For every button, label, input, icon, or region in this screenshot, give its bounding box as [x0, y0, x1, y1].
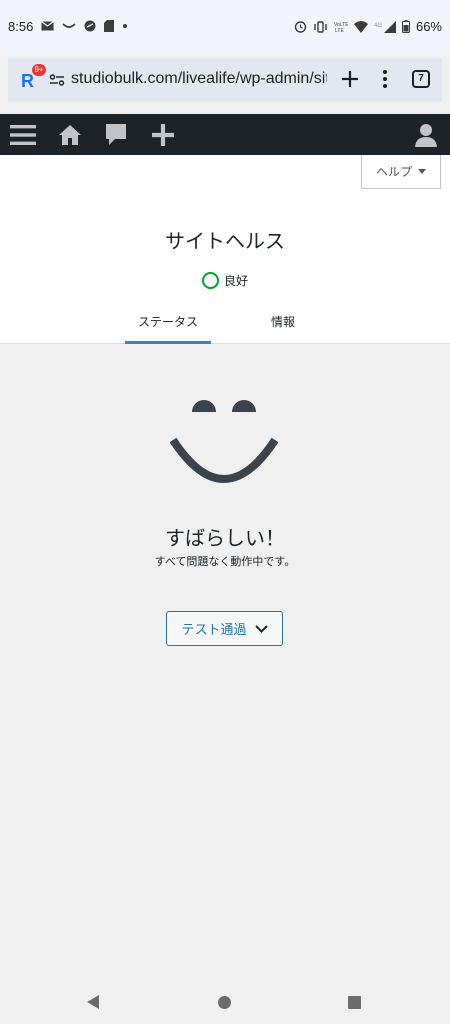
app-icon — [84, 20, 96, 32]
vibrate-icon — [314, 20, 327, 33]
passed-tests-button[interactable]: テスト通過 — [166, 611, 283, 646]
menu-icon[interactable] — [8, 114, 38, 155]
more-menu-icon[interactable] — [378, 68, 392, 90]
home-icon[interactable] — [57, 114, 83, 155]
page-title: サイトヘルス — [165, 229, 285, 253]
browser-url-bar[interactable]: R 9+ studiobulk.com/livealife/wp-admin/s… — [8, 58, 442, 102]
help-button[interactable]: ヘルプ — [361, 155, 441, 189]
health-status-label: 良好 — [223, 274, 248, 288]
back-icon[interactable] — [87, 995, 100, 1009]
notification-count-badge: 9+ — [32, 64, 46, 76]
passed-tests-label: テスト通過 — [181, 623, 247, 638]
site-settings-icon[interactable] — [49, 72, 65, 88]
smiley-face-icon — [169, 400, 279, 483]
android-nav-bar — [0, 980, 450, 1024]
tab-info[interactable]: 情報 — [240, 313, 326, 344]
tab-switcher-button[interactable]: 7 — [412, 70, 430, 88]
plus-icon[interactable] — [150, 114, 176, 155]
user-icon[interactable] — [413, 114, 439, 155]
android-status-bar: 8:56 VoLTE LTE 4G 66% — [0, 0, 450, 56]
status-time: 8:56 — [8, 19, 34, 34]
success-subtext: すべて問題なく動作中です。 — [154, 555, 296, 568]
svg-text:4G: 4G — [374, 23, 382, 29]
battery-level: 66% — [415, 19, 442, 34]
dot-icon — [123, 24, 127, 28]
help-label: ヘルプ — [375, 165, 412, 179]
health-status: 良好 — [0, 272, 450, 289]
sd-card-icon — [104, 20, 114, 32]
recents-icon[interactable] — [348, 996, 361, 1009]
caret-down-icon — [418, 168, 426, 174]
signal-icon: 4G — [374, 20, 396, 33]
volte-icon: VoLTELTE — [334, 22, 348, 33]
site-health-header: ヘルプ サイトヘルス 良好 ステータス 情報 — [0, 155, 450, 344]
home-nav-icon[interactable] — [218, 996, 231, 1009]
chevron-down-icon — [254, 624, 268, 633]
alarm-icon — [294, 21, 307, 33]
svg-text:LTE: LTE — [335, 28, 344, 33]
tab-status[interactable]: ステータス — [125, 313, 211, 344]
wifi-icon — [353, 20, 368, 33]
url-text[interactable]: studiobulk.com/livealife/wp-admin/site — [71, 70, 327, 88]
notification-icons — [41, 20, 128, 32]
system-status: VoLTE LTE 4G 66% — [294, 19, 442, 34]
battery-icon — [401, 20, 410, 33]
amazon-icon — [62, 23, 76, 28]
success-heading: すばらしい！ — [165, 526, 285, 550]
comment-icon[interactable] — [104, 114, 128, 155]
health-progress-icon — [201, 272, 219, 289]
mail-icon — [41, 21, 54, 31]
new-tab-icon[interactable] — [339, 68, 361, 90]
wp-admin-bar — [0, 114, 450, 155]
app-logo-icon[interactable]: R 9+ — [20, 64, 46, 91]
